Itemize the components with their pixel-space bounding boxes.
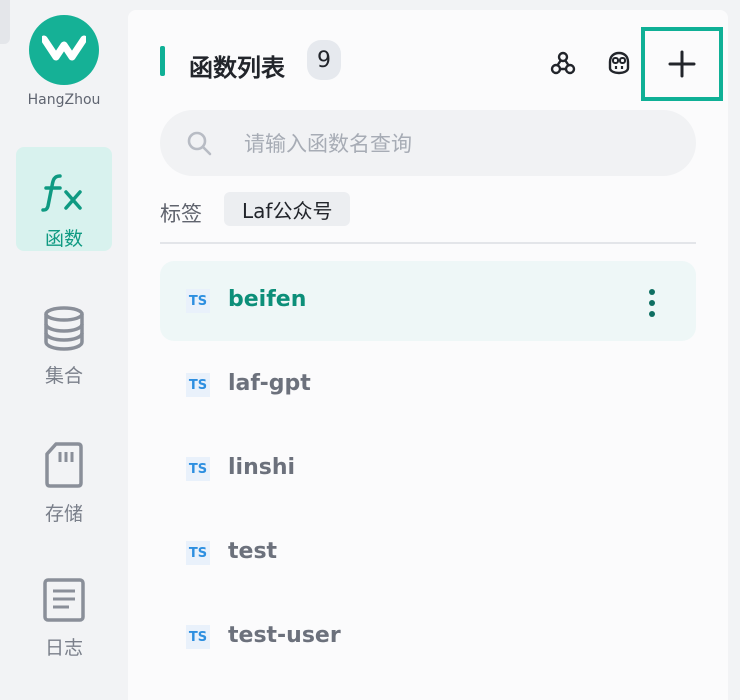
add-function-button[interactable] <box>641 27 723 101</box>
title-accent-bar <box>160 46 165 76</box>
function-count-badge: 9 <box>307 40 341 80</box>
search-icon <box>187 131 212 156</box>
sidebar-item-logs[interactable]: 日志 <box>16 555 112 659</box>
function-item-test-user[interactable]: TS test-user <box>160 597 696 677</box>
app-logo[interactable] <box>29 15 99 85</box>
typescript-icon: TS <box>186 289 210 313</box>
region-label: HangZhou <box>27 92 101 108</box>
typescript-icon: TS <box>186 625 210 649</box>
logs-icon <box>40 577 88 623</box>
search-input[interactable] <box>242 110 676 178</box>
sidebar-item-label: 日志 <box>44 637 83 659</box>
sidebar-item-label: 集合 <box>44 365 83 387</box>
logo-icon <box>42 35 86 61</box>
sidebar-item-collections[interactable]: 集合 <box>16 283 112 387</box>
sidebar-item-label: 函数 <box>44 228 83 250</box>
function-item-laf-gpt[interactable]: TS laf-gpt <box>160 345 696 425</box>
function-list-panel: 函数列表 9 标签 Laf公众号 <box>128 10 728 700</box>
function-name: linshi <box>228 455 296 480</box>
webhook-icon <box>550 51 576 75</box>
function-icon <box>40 169 88 214</box>
function-name: beifen <box>228 287 307 312</box>
function-search <box>160 110 696 178</box>
function-list: TS beifen TS laf-gpt TS linshi TS test T… <box>160 261 696 681</box>
copilot-button[interactable] <box>604 48 634 78</box>
typescript-icon: TS <box>186 457 210 481</box>
plus-icon <box>668 50 696 78</box>
sidebar-item-functions[interactable]: 函数 <box>16 147 112 251</box>
function-name: laf-gpt <box>228 371 311 396</box>
divider <box>160 242 696 244</box>
more-options-button[interactable] <box>644 289 660 317</box>
tags-label: 标签 <box>160 202 202 226</box>
function-item-linshi[interactable]: TS linshi <box>160 429 696 509</box>
sidebar-item-label: 存储 <box>44 503 83 525</box>
webhook-button[interactable] <box>548 48 578 78</box>
left-sidebar: HangZhou 函数 集合 存储 日志 <box>0 0 128 686</box>
function-item-test[interactable]: TS test <box>160 513 696 593</box>
function-name: test-user <box>228 623 341 648</box>
copilot-icon <box>608 51 630 75</box>
page-title: 函数列表 <box>189 54 285 82</box>
function-item-beifen[interactable]: TS beifen <box>160 261 696 341</box>
typescript-icon: TS <box>186 373 210 397</box>
tag-chip[interactable]: Laf公众号 <box>224 192 351 226</box>
storage-icon <box>40 441 88 489</box>
sidebar-item-storage[interactable]: 存储 <box>16 419 112 525</box>
database-icon <box>40 305 88 351</box>
typescript-icon: TS <box>186 541 210 565</box>
function-name: test <box>228 539 278 564</box>
